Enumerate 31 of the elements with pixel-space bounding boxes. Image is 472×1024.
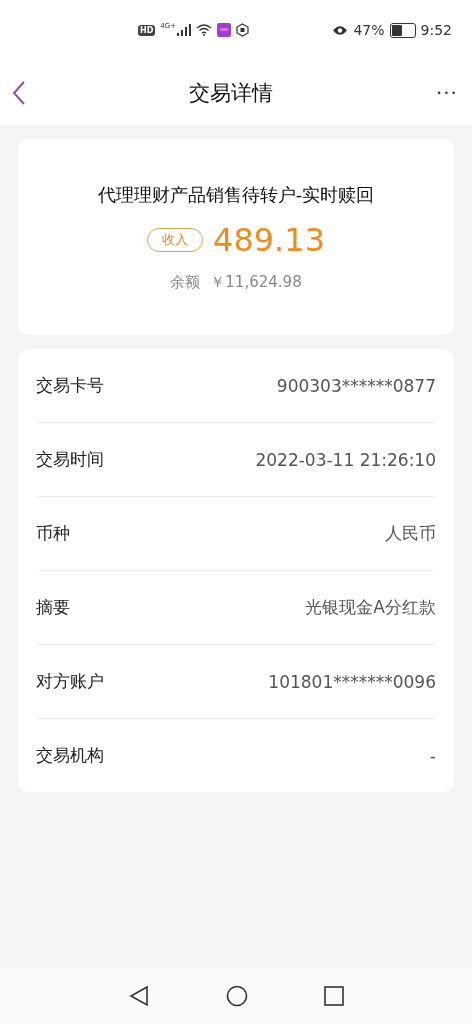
more-button[interactable]: ··· xyxy=(435,80,458,105)
detail-value: 光银现金A分红款 xyxy=(305,596,436,619)
detail-label: 交易卡号 xyxy=(36,374,104,397)
detail-value: 人民币 xyxy=(385,522,436,545)
detail-label: 交易时间 xyxy=(36,448,104,471)
back-icon[interactable] xyxy=(12,80,26,105)
amount: 489.13 xyxy=(213,220,325,259)
detail-value: - xyxy=(429,745,436,766)
wifi-icon xyxy=(196,24,213,36)
back-nav-icon[interactable] xyxy=(128,985,150,1007)
home-icon[interactable] xyxy=(226,985,248,1007)
eye-icon xyxy=(332,24,349,36)
page-title: 交易详情 xyxy=(188,79,273,107)
battery-icon xyxy=(389,22,416,38)
balance-label: 余额 xyxy=(170,272,201,292)
battery-percent: 47% xyxy=(353,22,385,38)
detail-label: 对方账户 xyxy=(36,670,104,693)
transaction-title: 代理理财产品销售待转户-实时赎回 xyxy=(97,182,375,207)
detail-value: 2022-03-11 21:26:10 xyxy=(255,449,436,470)
hd-indicator: HD xyxy=(138,24,156,36)
clock-time: 9:52 xyxy=(420,22,452,38)
detail-label: 币种 xyxy=(36,522,70,545)
detail-label: 摘要 xyxy=(36,596,70,619)
detail-value: 900303******0877 xyxy=(276,375,436,396)
recents-icon[interactable] xyxy=(324,986,344,1006)
app-icon xyxy=(217,23,232,37)
signal-icon xyxy=(177,24,192,36)
balance-value: ￥11,624.98 xyxy=(210,272,302,292)
detail-label: 交易机构 xyxy=(36,744,104,767)
shield-icon xyxy=(236,23,250,37)
detail-value: 101801*******0096 xyxy=(268,671,436,692)
